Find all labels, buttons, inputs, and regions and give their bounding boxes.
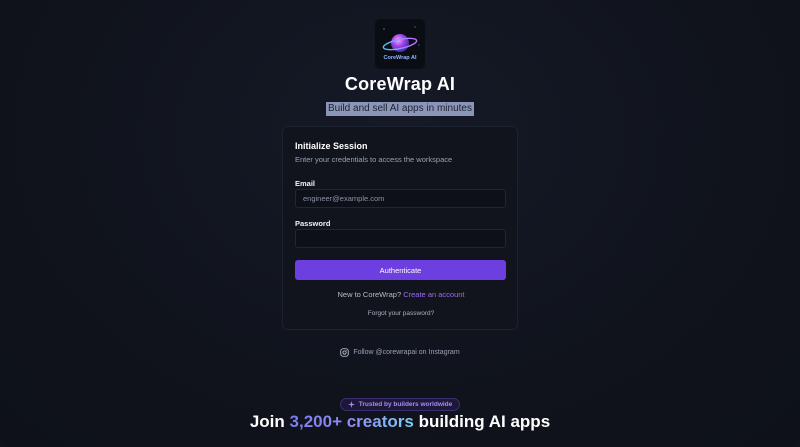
card-title: Initialize Session: [295, 141, 368, 151]
email-label: Email: [295, 179, 316, 188]
signup-prompt: New to CoreWrap? Create an account: [283, 290, 519, 299]
trust-badge-container: Trusted by builders worldwide: [0, 395, 800, 413]
password-field[interactable]: [295, 229, 506, 248]
forgot-password-container: Forgot your password?: [283, 310, 519, 317]
instagram-link[interactable]: Follow @corewrapai on Instagram: [340, 348, 460, 357]
card-subtitle: Enter your credentials to access the wor…: [295, 155, 453, 164]
signup-prompt-text: New to CoreWrap?: [337, 290, 402, 299]
join-prefix: Join: [249, 412, 285, 431]
instagram-icon: [340, 348, 349, 357]
planet-logo-icon: CoreWrap AI: [382, 26, 420, 61]
trust-badge: Trusted by builders worldwide: [339, 398, 461, 411]
tagline: Build and sell AI apps in minutes: [326, 102, 474, 116]
join-highlight: 3,200+ creators: [289, 412, 414, 431]
trust-badge-text: Trusted by builders worldwide: [358, 401, 453, 408]
forgot-password-link[interactable]: Forgot your password?: [368, 310, 434, 317]
create-account-link[interactable]: Create an account: [403, 290, 464, 299]
tagline-container: Build and sell AI apps in minutes: [0, 98, 800, 116]
join-headline: Join 3,200+ creators building AI apps: [0, 412, 800, 432]
logo-wordmark: CoreWrap AI: [383, 55, 416, 61]
email-field[interactable]: [295, 189, 506, 208]
instagram-text: Follow @corewrapai on Instagram: [353, 349, 460, 356]
instagram-follow: Follow @corewrapai on Instagram: [0, 348, 800, 359]
join-suffix: building AI apps: [418, 412, 551, 431]
authenticate-button[interactable]: Authenticate: [295, 260, 506, 280]
login-page: CoreWrap AI CoreWrap AI Build and sell A…: [0, 0, 800, 447]
app-logo: CoreWrap AI: [375, 19, 425, 69]
sparkle-icon: [347, 401, 355, 408]
login-card: Initialize Session Enter your credential…: [282, 126, 518, 330]
app-title: CoreWrap AI: [344, 74, 456, 94]
password-label: Password: [295, 219, 331, 228]
